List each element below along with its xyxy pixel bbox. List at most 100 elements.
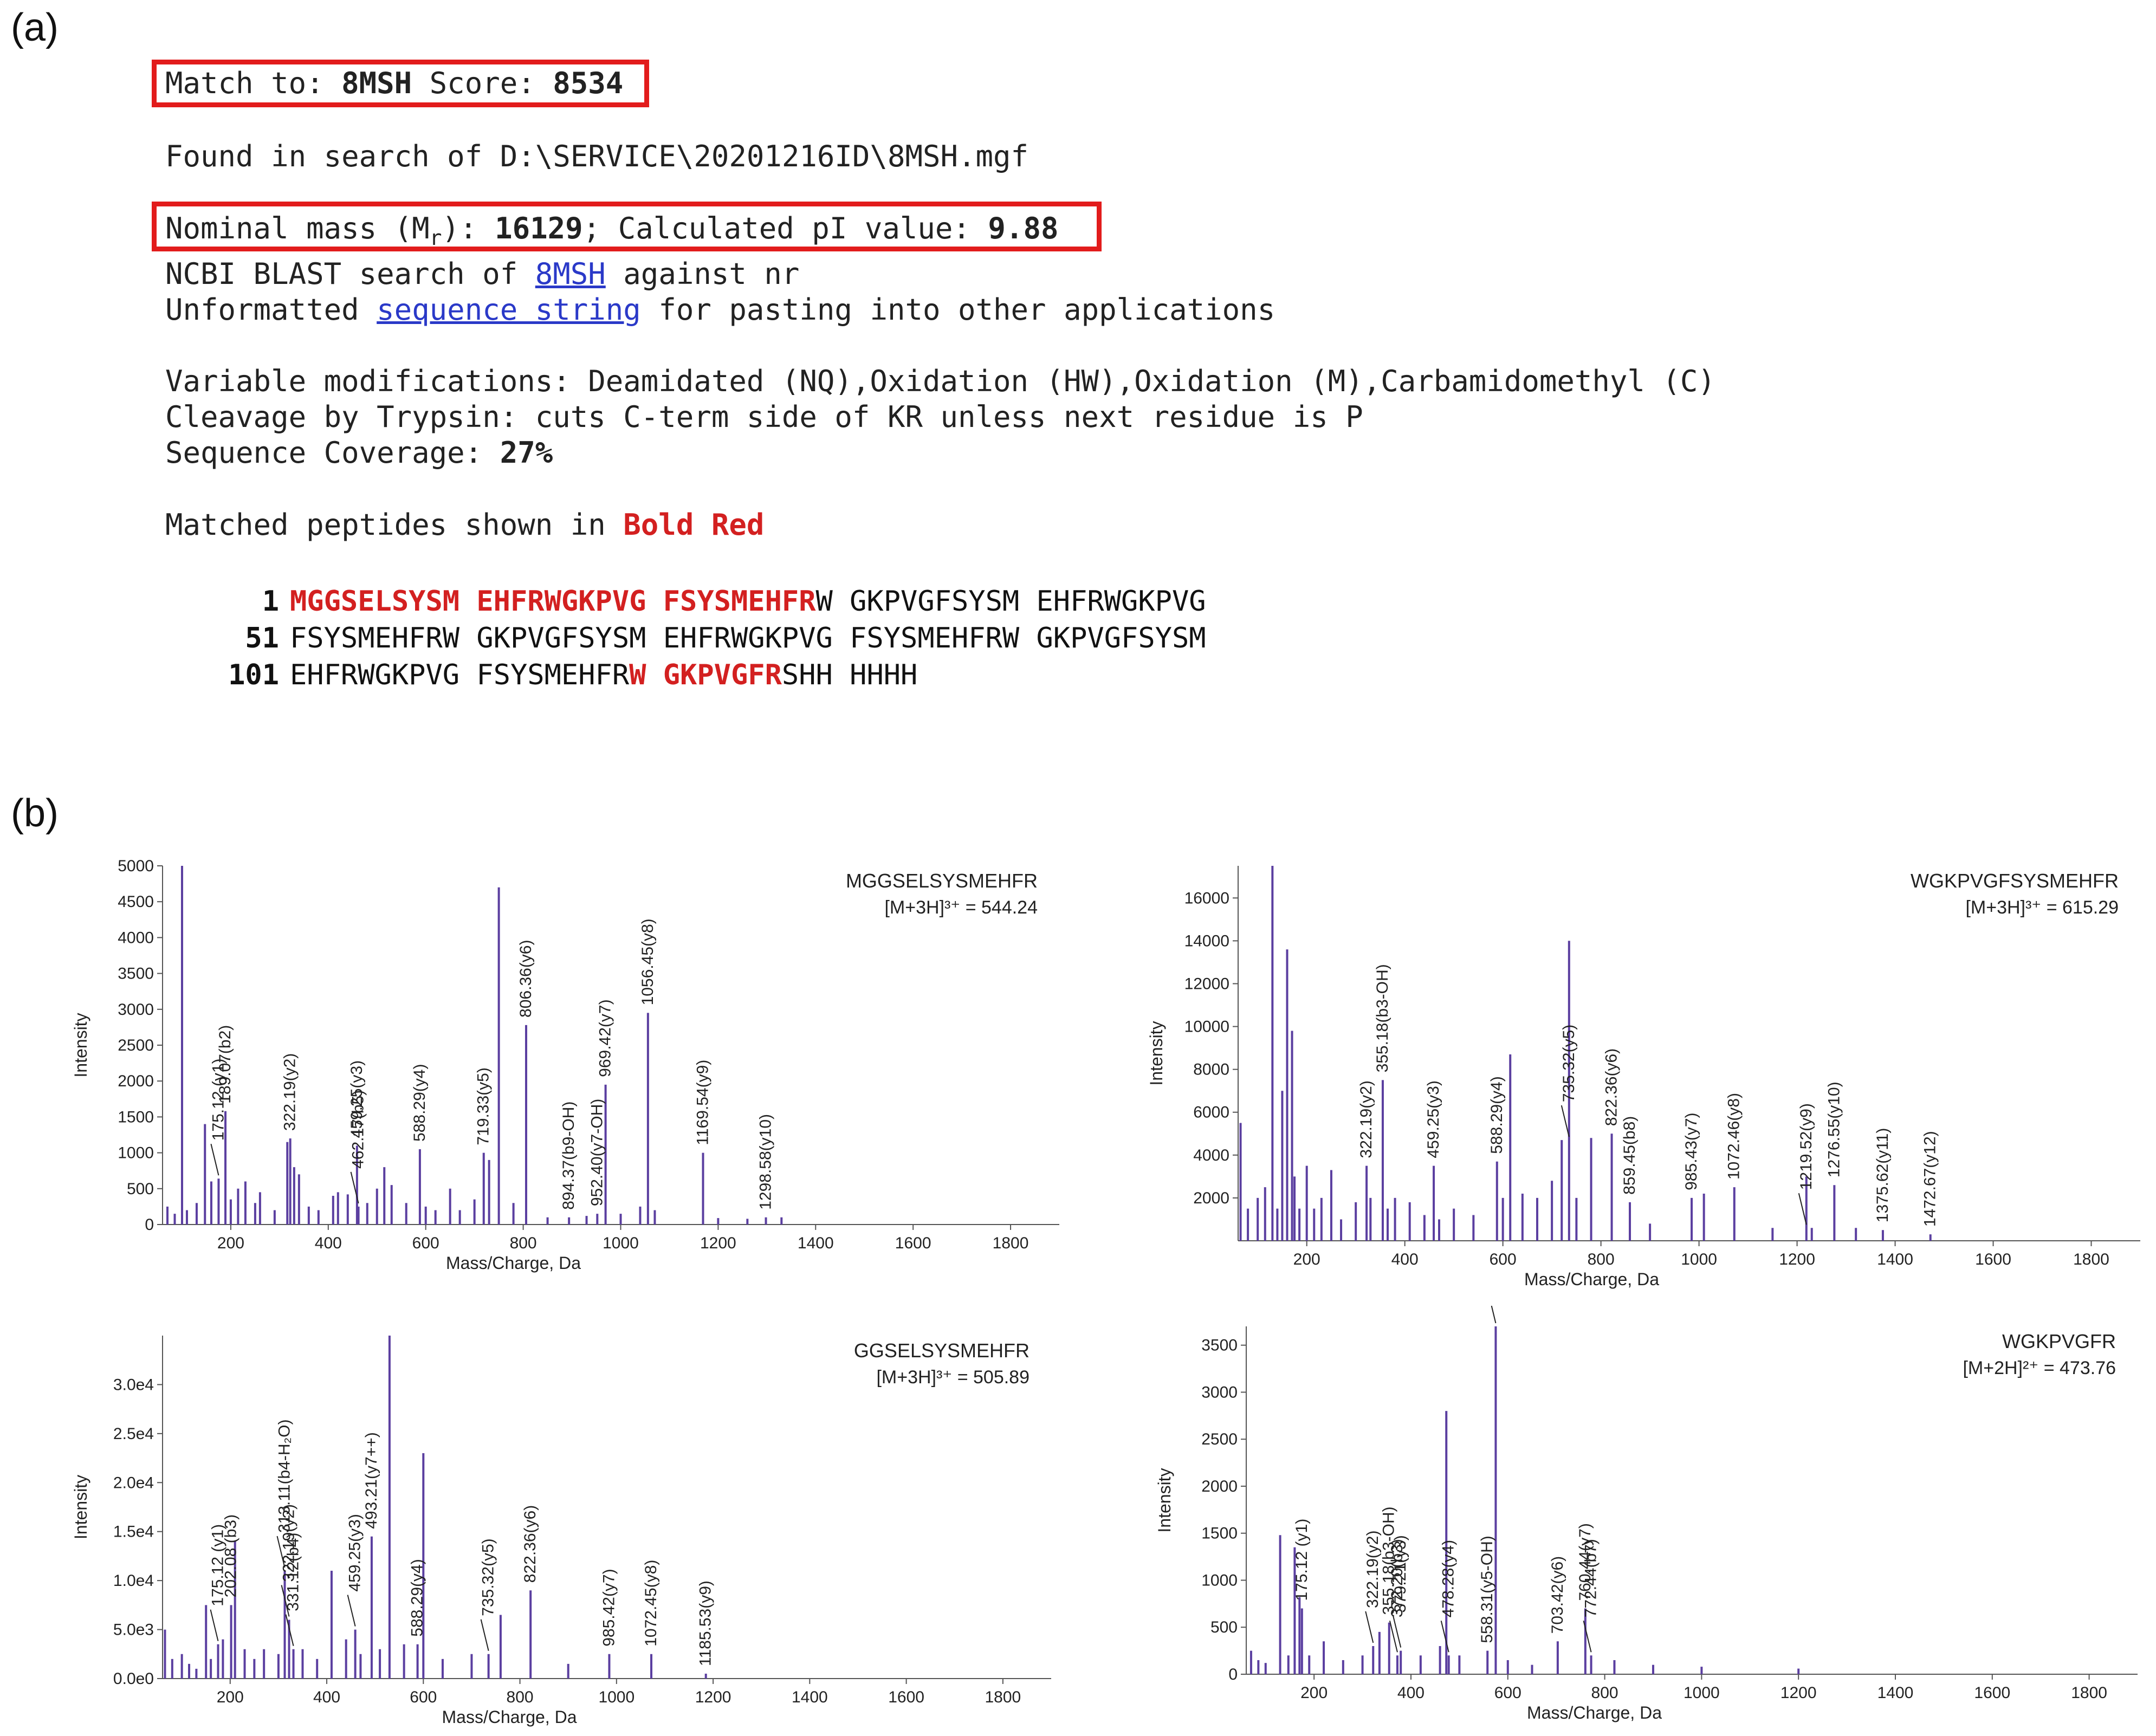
blast-prefix: NCBI BLAST search of: [165, 257, 535, 291]
peak-annotation: 331.12(b4): [284, 1533, 302, 1611]
annotation-leader: [1365, 1611, 1374, 1643]
peak-annotation: 985.43(y7): [1682, 1112, 1700, 1190]
spectrum-chart-2: 2000 4000 6000 8000 10000 12000 14000 16000 200 4…: [1147, 866, 2140, 1289]
seq-num: 51: [245, 622, 279, 655]
x-axis-label: Mass/Charge, Da: [1527, 1703, 1662, 1722]
peak-annotation: 202.08 (b3): [222, 1514, 240, 1597]
coverage-value: 27%: [500, 436, 553, 470]
matched-line: Matched peptides shown in Bold Red: [165, 507, 764, 543]
peak-annotation: 822.36(y6): [521, 1505, 539, 1583]
matched-bold-red: Bold Red: [623, 508, 765, 542]
x-tick-label: 200: [1300, 1684, 1328, 1702]
y-tick-label: 1.0e4: [113, 1572, 154, 1590]
sequence-row-1: 1 MGGSELSYSM EHFRWGKPVG FSYSMEHFRW GKPVGF…: [176, 585, 1206, 618]
unformatted-prefix: Unformatted: [165, 293, 377, 327]
peak-annotation: 478.28(y4): [1440, 1540, 1458, 1617]
peak-annotation: 1072.46(y8): [1725, 1093, 1743, 1180]
y-tick-label: 1500: [118, 1108, 154, 1126]
seq-matched: W GKPVGFR: [629, 659, 782, 691]
x-tick-label: 1800: [2071, 1684, 2107, 1702]
y-tick-label: 2.0e4: [113, 1474, 154, 1492]
y-tick-label: 3.0e4: [113, 1376, 154, 1394]
y-tick-label: 3500: [118, 965, 154, 983]
peak-annotation: 772.44(b7): [1582, 1539, 1600, 1617]
mass-highlight-box: [152, 202, 1102, 251]
blast-suffix: against nr: [605, 257, 800, 291]
peak-annotation: 322.19(y2): [281, 1053, 299, 1131]
peak-annotation: 189.07(b2): [216, 1025, 234, 1104]
y-tick-label: 6000: [1193, 1104, 1229, 1122]
unformatted-line: Unformatted sequence string for pasting …: [165, 292, 1275, 328]
peak-annotation: 1056.45(y8): [639, 918, 657, 1005]
annotation-leader: [210, 1609, 219, 1641]
x-tick-label: 400: [1391, 1251, 1419, 1268]
annotation-leader: [1491, 1306, 1497, 1324]
x-tick-label: 1200: [1781, 1684, 1817, 1702]
blast-line: NCBI BLAST search of 8MSH against nr: [165, 256, 799, 293]
x-tick-label: 800: [1591, 1684, 1618, 1702]
y-tick-label: 500: [127, 1180, 154, 1198]
x-tick-label: 200: [1293, 1251, 1320, 1268]
y-tick-label: 4000: [118, 929, 154, 947]
y-tick-label: 8000: [1193, 1061, 1229, 1079]
spectrum-chart-1: 0 500 1000 1500 2000 2500 3000 3500 4000 4500 5000…: [71, 857, 1059, 1273]
x-tick-label: 600: [1490, 1251, 1517, 1268]
peak-annotation: 719.33(y5): [475, 1067, 493, 1145]
peak-annotation: 462.17(b5): [349, 1090, 367, 1169]
y-axis-label: Intensity: [1155, 1468, 1174, 1532]
peak-annotation: 735.32(y5): [480, 1538, 497, 1616]
annotation-leader: [347, 1595, 356, 1627]
peptide-title: MGGSELSYSMEHFR: [846, 870, 1038, 892]
peak-annotation: 969.42(y7): [597, 999, 614, 1077]
x-tick-label: 1000: [603, 1234, 639, 1252]
peak-annotation: 703.42(y6): [1549, 1556, 1566, 1634]
peak-annotation: 952.40(y7-OH): [588, 1099, 606, 1206]
y-axis-label: Intensity: [71, 1475, 90, 1539]
sequence-string-link[interactable]: sequence string: [377, 293, 641, 327]
peak-annotation: 588.29(y4): [411, 1064, 429, 1142]
matched-prefix: Matched peptides shown in: [165, 508, 624, 542]
y-tick-label: 500: [1210, 1618, 1238, 1636]
x-tick-label: 1600: [888, 1688, 924, 1706]
peak-annotation: 459.25(y3): [346, 1514, 364, 1591]
peak-annotation: 493.21(y7++): [362, 1432, 380, 1528]
x-axis-label: Mass/Charge, Da: [446, 1253, 581, 1273]
peak-annotation: 1472.67(y12): [1921, 1131, 1939, 1227]
y-axis-label: Intensity: [71, 1013, 90, 1077]
peak-annotation: 1219.52(y9): [1797, 1103, 1815, 1190]
y-tick-label: 1000: [118, 1144, 154, 1162]
x-tick-label: 400: [313, 1688, 340, 1706]
x-tick-label: 1600: [1974, 1684, 2010, 1702]
panel-b-label: (b): [11, 792, 59, 835]
x-tick-label: 1000: [1681, 1251, 1717, 1268]
y-tick-label: 0: [1228, 1666, 1238, 1683]
x-tick-label: 1800: [993, 1234, 1029, 1252]
y-tick-label: 5000: [118, 857, 154, 875]
unformatted-suffix: for pasting into other applications: [640, 293, 1276, 327]
blast-link[interactable]: 8MSH: [535, 257, 606, 291]
peak-annotation: 558.31(y5-OH): [1478, 1536, 1496, 1643]
y-tick-label: 10000: [1184, 1018, 1229, 1036]
seq-unmatched: FSYSMEHFRW GKPVGFSYSM EHFRWGKPVG FSYSMEH…: [290, 622, 1206, 655]
x-axis-label: Mass/Charge, Da: [1524, 1269, 1659, 1289]
y-tick-label: 2000: [1201, 1478, 1238, 1495]
x-tick-label: 1600: [895, 1234, 931, 1252]
x-tick-label: 200: [217, 1234, 244, 1252]
peak-annotation: 588.29(y4): [1488, 1076, 1506, 1154]
x-tick-label: 1400: [792, 1688, 828, 1706]
y-tick-label: 3000: [1201, 1383, 1238, 1401]
y-tick-label: 2.5e4: [113, 1425, 154, 1443]
peak-annotation: 459.25(y3): [1425, 1080, 1442, 1158]
x-tick-label: 1000: [598, 1688, 635, 1706]
seq-num: 1: [262, 585, 279, 618]
peak-annotation: 1185.53(y9): [697, 1580, 715, 1666]
peak-annotation: 894.37(b9-OH): [560, 1102, 578, 1210]
y-tick-label: 0: [145, 1216, 154, 1234]
y-tick-label: 4500: [118, 893, 154, 911]
y-tick-label: 2500: [1201, 1430, 1238, 1448]
peak-annotation: 1375.62(y11): [1874, 1128, 1892, 1223]
peptide-title: WGKPVGFR: [2002, 1330, 2116, 1352]
x-tick-label: 1400: [1877, 1251, 1913, 1268]
spectrum-chart-4: 0 500 1000 1500 2000 2500 3000 3500 200 400 600 800…: [1155, 1306, 2138, 1722]
annotation-leader: [1393, 1616, 1402, 1648]
